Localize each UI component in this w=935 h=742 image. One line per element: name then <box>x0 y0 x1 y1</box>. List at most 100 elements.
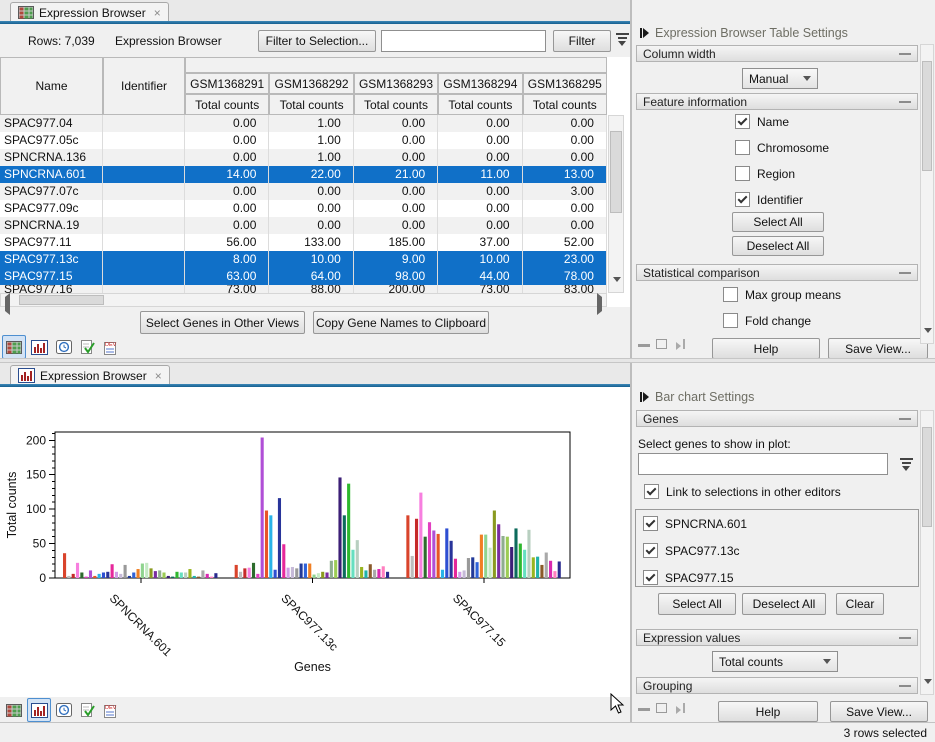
genes-clear-button[interactable]: Clear <box>836 593 884 615</box>
bar[interactable] <box>274 570 277 578</box>
table-row[interactable]: SPNCRNA.1360.001.000.000.000.00 <box>0 149 607 166</box>
bar[interactable] <box>269 515 272 578</box>
deselect-all-button[interactable]: Deselect All <box>732 236 824 256</box>
table-row[interactable]: SPAC977.1673.0088.00200.0073.0083.00 <box>0 285 607 293</box>
sample-subheader[interactable]: Total counts <box>438 94 522 115</box>
sample-column-header[interactable]: GSM1368294 <box>438 73 522 94</box>
bar[interactable] <box>63 553 66 578</box>
bar[interactable] <box>72 574 75 578</box>
table-row[interactable]: SPAC977.13c8.0010.009.0010.0023.00 <box>0 251 607 268</box>
minimize-panel-icon[interactable] <box>638 344 650 347</box>
bar[interactable] <box>167 576 170 578</box>
bar[interactable] <box>128 576 131 578</box>
sample-column-header[interactable]: GSM1368295 <box>523 73 607 94</box>
collapse-section-icon[interactable] <box>899 53 911 55</box>
bar[interactable] <box>210 577 213 578</box>
table-view-button[interactable] <box>2 335 26 359</box>
bar[interactable] <box>545 553 548 578</box>
bar[interactable] <box>67 576 70 578</box>
scroll-left-icon[interactable] <box>5 293 10 315</box>
feature-option-checkbox[interactable] <box>735 192 750 207</box>
table-row[interactable]: SPAC977.1563.0064.0098.0044.0078.00 <box>0 268 607 285</box>
gene-filter-icon[interactable] <box>899 458 913 471</box>
element-info-view-button[interactable] <box>76 335 100 359</box>
bar[interactable] <box>317 573 320 578</box>
bar[interactable] <box>386 572 389 578</box>
table-view-button[interactable] <box>2 698 26 722</box>
bar[interactable] <box>89 570 92 578</box>
horizontal-scroll-thumb[interactable] <box>19 295 104 305</box>
bar[interactable] <box>132 572 135 578</box>
genes-select-all-button[interactable]: Select All <box>658 593 736 615</box>
bar[interactable] <box>76 563 79 578</box>
bar[interactable] <box>540 565 543 578</box>
dock-panel-icon[interactable] <box>674 339 685 349</box>
bar[interactable] <box>201 570 204 578</box>
bar[interactable] <box>214 573 217 578</box>
table-row[interactable]: SPNCRNA.190.000.000.000.000.00 <box>0 217 607 234</box>
save-view-button-bottom[interactable]: Save View... <box>830 701 928 722</box>
bar[interactable] <box>437 534 440 578</box>
tab-expression-browser-table[interactable]: Expression Browser × <box>10 2 169 22</box>
bar[interactable] <box>450 541 453 578</box>
bar[interactable] <box>406 515 409 578</box>
section-column-width[interactable]: Column width <box>636 45 918 62</box>
sidepanel-collapse-icon[interactable] <box>640 28 649 38</box>
bar[interactable] <box>115 572 118 578</box>
bar[interactable] <box>497 524 500 578</box>
bar[interactable] <box>85 577 88 578</box>
bar[interactable] <box>193 576 196 578</box>
sample-column-header[interactable]: GSM1368293 <box>354 73 438 94</box>
feature-option-checkbox[interactable] <box>735 114 750 129</box>
bar[interactable] <box>145 563 148 578</box>
bar[interactable] <box>261 438 264 578</box>
bar[interactable] <box>527 530 530 578</box>
sample-column-header[interactable]: GSM1368291 <box>185 73 269 94</box>
bar[interactable] <box>162 572 165 578</box>
bar[interactable] <box>356 540 359 578</box>
bar[interactable] <box>519 544 522 578</box>
bar[interactable] <box>441 570 444 578</box>
section-expression-values[interactable]: Expression values <box>636 629 918 646</box>
bar[interactable] <box>308 564 311 578</box>
bar[interactable] <box>476 562 479 578</box>
sample-column-header[interactable]: GSM1368292 <box>269 73 353 94</box>
bar[interactable] <box>536 557 539 578</box>
bar[interactable] <box>106 572 109 578</box>
bar[interactable] <box>295 568 298 578</box>
bar[interactable] <box>343 515 346 578</box>
bar[interactable] <box>364 570 367 578</box>
dock-panel-icon[interactable] <box>674 703 685 713</box>
bar[interactable] <box>415 519 418 578</box>
bar[interactable] <box>256 574 259 578</box>
collapse-section-icon[interactable] <box>899 101 911 103</box>
select-all-button[interactable]: Select All <box>732 212 824 232</box>
bar[interactable] <box>377 569 380 578</box>
scroll-down-icon[interactable] <box>924 328 932 347</box>
bar[interactable] <box>338 477 341 578</box>
bar[interactable] <box>419 493 422 578</box>
bar[interactable] <box>124 565 127 578</box>
sample-subheader[interactable]: Total counts <box>269 94 353 115</box>
table-row[interactable]: SPAC977.09c0.000.000.000.000.00 <box>0 200 607 217</box>
link-selections-checkbox[interactable] <box>644 484 659 499</box>
bar[interactable] <box>93 576 96 578</box>
filter-to-selection-button[interactable]: Filter to Selection... <box>258 30 376 52</box>
bar[interactable] <box>243 568 246 578</box>
scroll-down-icon[interactable] <box>613 277 621 296</box>
bar[interactable] <box>102 572 105 578</box>
statistic-option-checkbox[interactable] <box>723 287 738 302</box>
collapse-section-icon[interactable] <box>899 685 911 687</box>
vertical-scroll-thumb[interactable] <box>610 131 622 213</box>
feature-option-checkbox[interactable] <box>735 166 750 181</box>
bar[interactable] <box>175 572 178 578</box>
bar[interactable] <box>471 557 474 578</box>
bar[interactable] <box>80 572 83 578</box>
history-view-button[interactable] <box>52 698 76 722</box>
bar[interactable] <box>523 550 526 578</box>
bar[interactable] <box>347 484 350 578</box>
bar[interactable] <box>493 511 496 578</box>
column-width-dropdown[interactable]: Manual <box>742 68 818 89</box>
bar[interactable] <box>506 537 509 578</box>
bar[interactable] <box>265 511 268 578</box>
